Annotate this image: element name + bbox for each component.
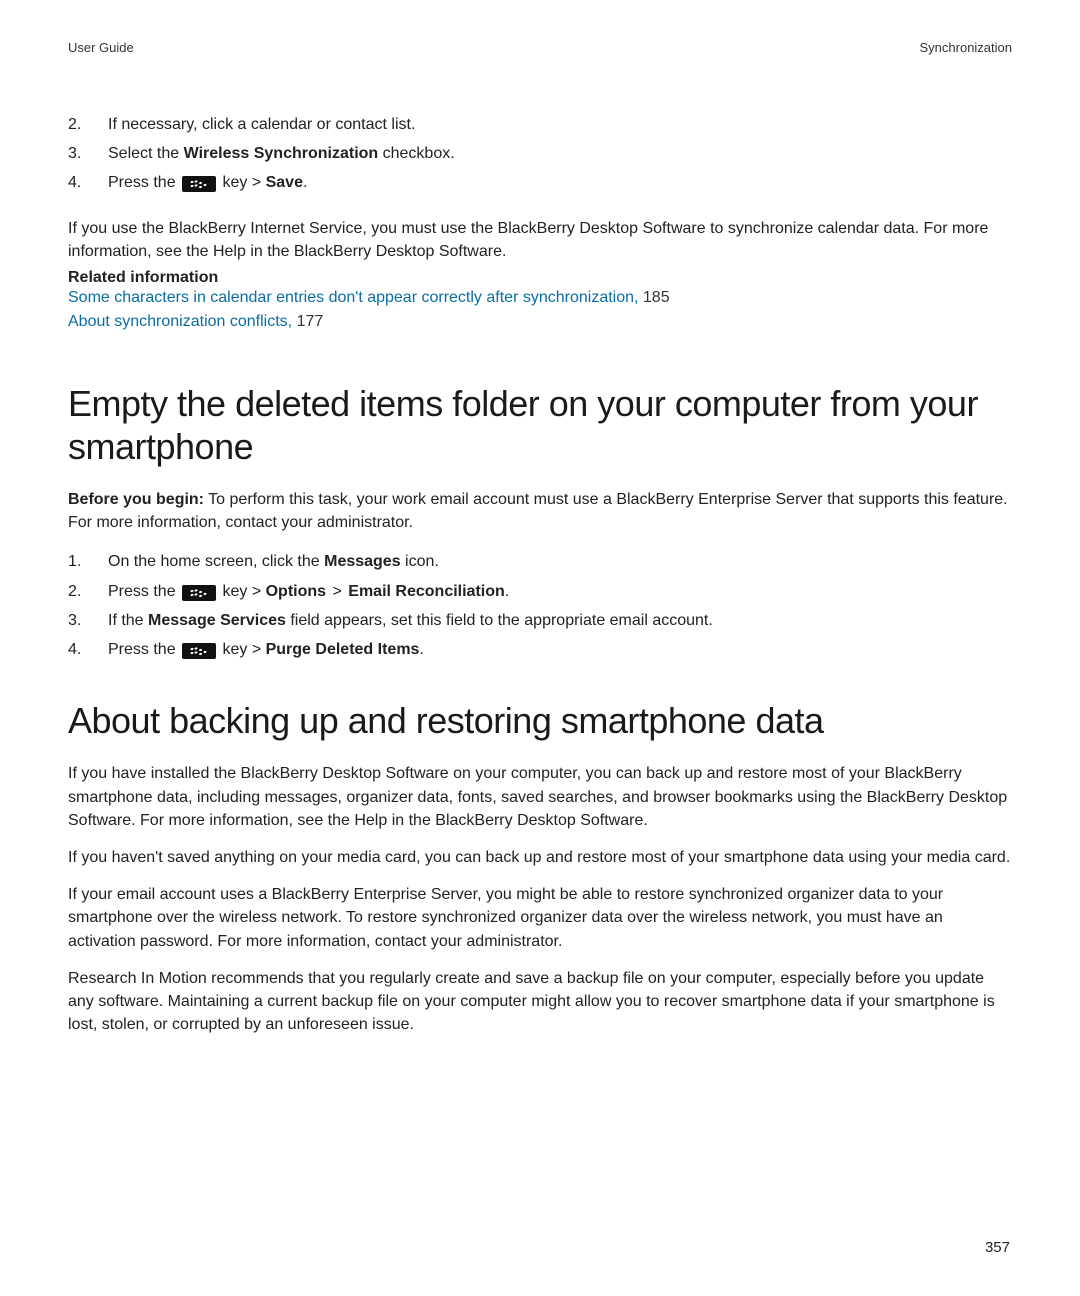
section-title-backup: About backing up and restoring smartphon…	[68, 699, 1012, 742]
step-item: 1. On the home screen, click the Message…	[68, 548, 1012, 575]
bold-text: Purge Deleted Items	[266, 641, 420, 658]
related-link[interactable]: Some characters in calendar entries don'…	[68, 289, 638, 306]
section2-steps-list: 1. On the home screen, click the Message…	[68, 548, 1012, 663]
step-number: 3.	[68, 140, 108, 167]
text-run: To perform this task, your work email ac…	[68, 491, 1008, 531]
related-link[interactable]: About synchronization conflicts,	[68, 313, 292, 330]
bold-text: Email Reconciliation	[348, 583, 504, 600]
bold-text: Messages	[324, 553, 401, 570]
step-item: 3. If the Message Services field appears…	[68, 607, 1012, 634]
header-right: Synchronization	[920, 40, 1013, 55]
text-run: .	[303, 174, 307, 191]
step-item: 4. Press the key > Save.	[68, 169, 1012, 196]
page-number: 357	[985, 1239, 1010, 1256]
related-link-row: About synchronization conflicts, 177	[68, 311, 1012, 333]
text-run: Press the	[108, 641, 180, 658]
step-number: 2.	[68, 111, 108, 138]
related-info-heading: Related information	[68, 269, 1012, 287]
step-text: Select the Wireless Synchronization chec…	[108, 140, 455, 167]
page-header: User Guide Synchronization	[68, 40, 1012, 55]
step-text: Press the key > Options > Email Reconcil…	[108, 578, 509, 605]
text-run: key >	[218, 174, 266, 191]
step-number: 4.	[68, 636, 108, 663]
bold-text: Save	[266, 174, 303, 191]
step-text: If the Message Services field appears, s…	[108, 607, 713, 634]
bold-text: Options	[266, 583, 326, 600]
body-paragraph: If you haven't saved anything on your me…	[68, 846, 1012, 869]
before-you-begin-label: Before you begin:	[68, 491, 204, 508]
related-link-page: 177	[297, 313, 324, 330]
step-text: If necessary, click a calendar or contac…	[108, 111, 415, 138]
bold-text: Wireless Synchronization	[184, 145, 379, 162]
top-steps-list: 2. If necessary, click a calendar or con…	[68, 111, 1012, 197]
step-item: 2. If necessary, click a calendar or con…	[68, 111, 1012, 138]
step-number: 1.	[68, 548, 108, 575]
step-item: 4. Press the key > Purge Deleted Items.	[68, 636, 1012, 663]
blackberry-key-icon	[182, 643, 216, 659]
text-run: field appears, set this field to the app…	[286, 612, 713, 629]
text-run: On the home screen, click the	[108, 553, 324, 570]
header-left: User Guide	[68, 40, 134, 55]
related-link-page: 185	[643, 289, 670, 306]
text-run: >	[326, 583, 348, 600]
text-run: icon.	[401, 553, 439, 570]
body-paragraph: If you have installed the BlackBerry Des…	[68, 762, 1012, 832]
body-paragraph: If you use the BlackBerry Internet Servi…	[68, 217, 1012, 263]
before-you-begin-paragraph: Before you begin: To perform this task, …	[68, 488, 1012, 534]
body-paragraph: If your email account uses a BlackBerry …	[68, 883, 1012, 953]
text-run: .	[505, 583, 509, 600]
text-run: Press the	[108, 583, 180, 600]
blackberry-key-icon	[182, 176, 216, 192]
blackberry-key-icon	[182, 585, 216, 601]
body-paragraph: Research In Motion recommends that you r…	[68, 967, 1012, 1037]
text-run: key >	[218, 641, 266, 658]
step-text: Press the key > Purge Deleted Items.	[108, 636, 424, 663]
bold-text: Message Services	[148, 612, 286, 629]
step-number: 3.	[68, 607, 108, 634]
step-item: 2. Press the key > Options > Email Recon…	[68, 578, 1012, 605]
section-title-empty-deleted: Empty the deleted items folder on your c…	[68, 382, 1012, 468]
text-run: .	[419, 641, 423, 658]
step-number: 2.	[68, 578, 108, 605]
text-run: checkbox.	[378, 145, 454, 162]
step-text: On the home screen, click the Messages i…	[108, 548, 439, 575]
text-run: Select the	[108, 145, 184, 162]
text-run: If the	[108, 612, 148, 629]
step-text: Press the key > Save.	[108, 169, 307, 196]
related-link-row: Some characters in calendar entries don'…	[68, 287, 1012, 309]
step-item: 3. Select the Wireless Synchronization c…	[68, 140, 1012, 167]
text-run: key >	[218, 583, 266, 600]
step-number: 4.	[68, 169, 108, 196]
text-run: Press the	[108, 174, 180, 191]
